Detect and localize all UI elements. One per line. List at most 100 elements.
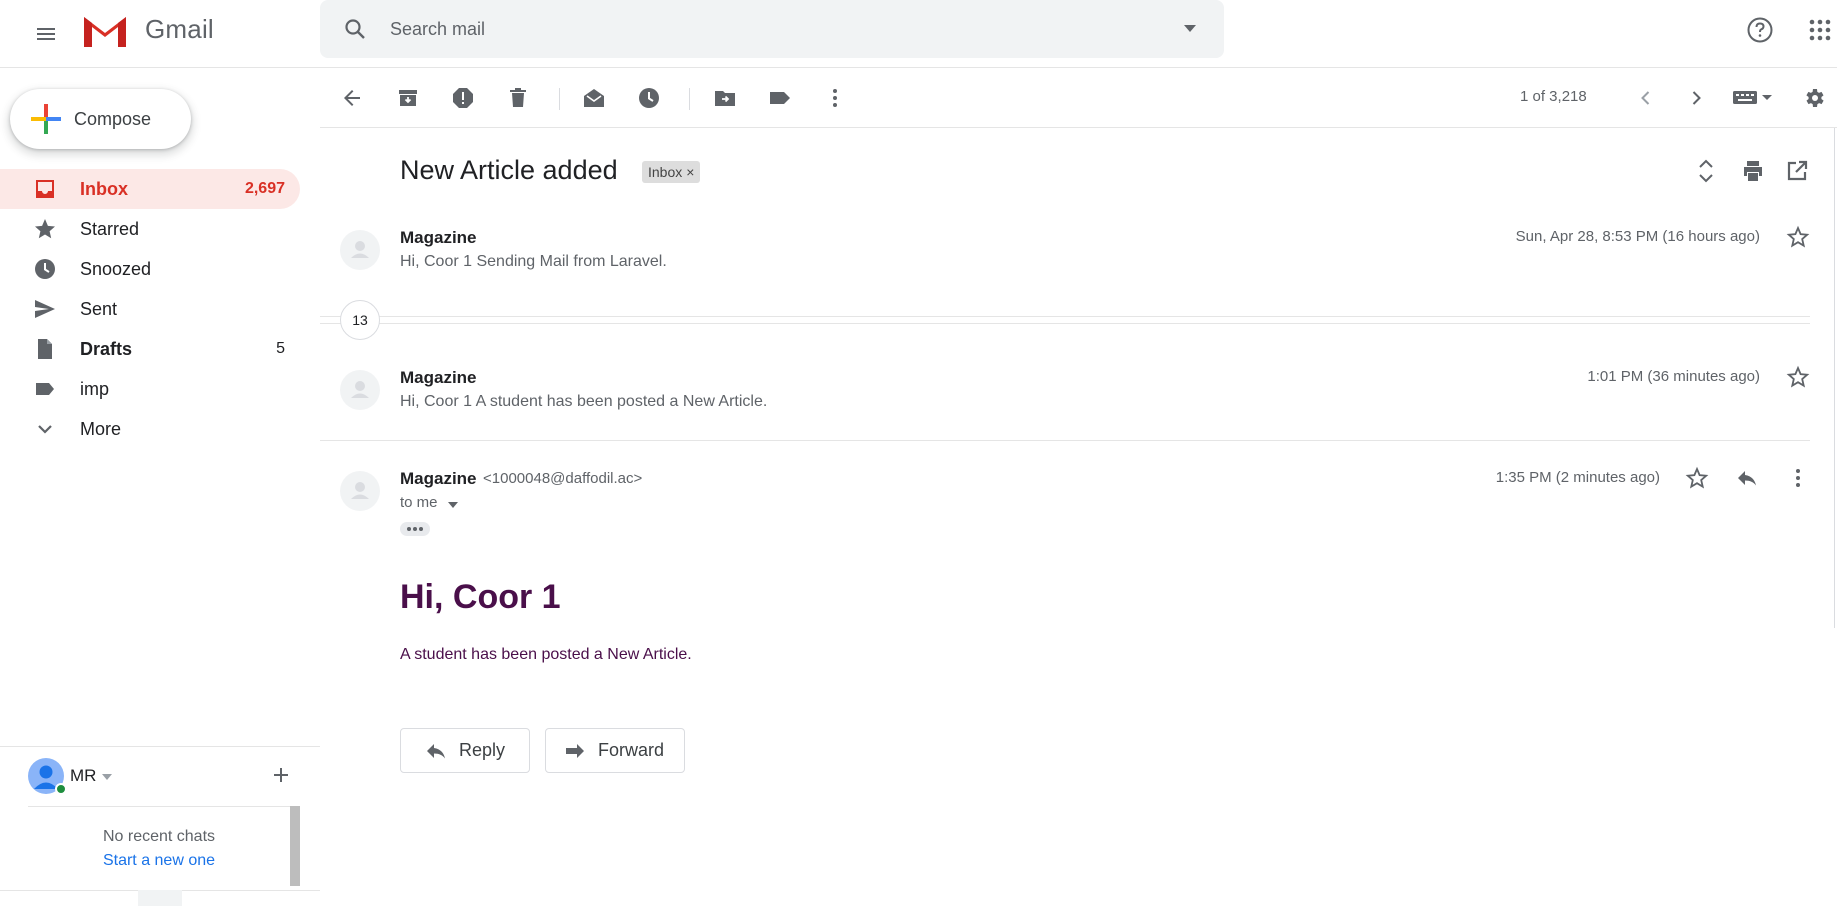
search-icon[interactable] <box>340 14 370 44</box>
side-panel-divider <box>1834 128 1835 628</box>
chat-box-divider <box>28 806 292 807</box>
snooze-clock-icon[interactable] <box>631 80 667 116</box>
chat-user-name[interactable]: MR <box>70 766 96 786</box>
archive-icon[interactable] <box>390 80 426 116</box>
sidebar-item-label: More <box>80 418 122 439</box>
draft-icon <box>32 336 58 362</box>
compose-plus-icon <box>28 101 64 137</box>
label-icon <box>32 376 58 402</box>
older-chevron-icon[interactable] <box>1678 80 1714 116</box>
sender-avatar[interactable] <box>340 370 380 410</box>
gmail-logo-icon[interactable] <box>80 11 130 51</box>
star-icon <box>32 216 58 242</box>
sender-email[interactable]: <1000048@daffodil.ac> <box>483 470 642 487</box>
message-date: 1:35 PM (2 minutes ago) <box>1495 469 1660 486</box>
start-new-chat-link[interactable]: Start a new one <box>28 852 290 870</box>
sender-name[interactable]: Magazine <box>400 228 477 248</box>
gmail-brand[interactable]: Gmail <box>145 14 214 45</box>
recipient-to-me[interactable]: to me <box>400 494 438 511</box>
sender-name[interactable]: Magazine <box>400 469 477 489</box>
reply-label: Reply <box>459 740 506 760</box>
more-vertical-icon[interactable] <box>817 80 853 116</box>
sidebar-item-label: imp <box>80 378 110 399</box>
no-recent-chats-text: No recent chats <box>102 828 216 845</box>
help-icon[interactable] <box>1740 10 1780 50</box>
sidebar-item-imp[interactable]: imp <box>0 369 300 409</box>
reply-icon[interactable] <box>1732 463 1762 493</box>
star-icon[interactable] <box>1783 362 1813 392</box>
sidebar-item-label: Snoozed <box>80 258 152 279</box>
pager-count: 1 of 3,218 <box>1520 88 1587 105</box>
label-chip-text: Inbox <box>648 164 683 180</box>
collapsed-messages-count[interactable]: 13 <box>340 300 380 340</box>
sidebar-item-inbox[interactable]: Inbox 2,697 <box>0 169 300 209</box>
top-header: Gmail <box>0 0 1837 68</box>
inbox-label-chip[interactable]: Inbox × <box>642 161 701 183</box>
online-status-dot <box>55 783 67 795</box>
message-snippet[interactable]: Hi, Coor 1 Sending Mail from Laravel. <box>400 253 667 271</box>
message-date: Sun, Apr 28, 8:53 PM (16 hours ago) <box>1515 228 1760 245</box>
forward-label: Forward <box>598 740 665 760</box>
caret-down-icon[interactable] <box>100 770 114 784</box>
clock-icon <box>32 256 58 282</box>
reply-button[interactable]: Reply <box>400 728 530 773</box>
remove-label-icon[interactable]: × <box>686 164 694 180</box>
compose-label: Compose <box>74 108 152 129</box>
chat-divider <box>0 746 320 747</box>
search-options-dropdown-icon[interactable] <box>1175 16 1205 42</box>
sender-avatar[interactable] <box>340 471 380 511</box>
print-all-icon[interactable] <box>1737 155 1769 187</box>
show-trimmed-content-icon[interactable] <box>400 522 430 536</box>
google-apps-icon[interactable] <box>1800 10 1837 50</box>
settings-gear-icon[interactable] <box>1796 80 1832 116</box>
sidebar-item-label: Sent <box>80 298 118 319</box>
sender-avatar[interactable] <box>340 230 380 270</box>
back-arrow-icon[interactable] <box>334 80 370 116</box>
chat-footer-tab[interactable] <box>138 890 182 906</box>
search-bar[interactable] <box>320 0 1224 58</box>
show-details-caret-icon[interactable] <box>446 498 460 512</box>
more-vertical-icon[interactable] <box>1783 463 1813 493</box>
sidebar-item-label: Drafts <box>80 338 133 359</box>
sidebar-item-label: Starred <box>80 218 140 239</box>
label-as-icon[interactable] <box>762 80 798 116</box>
mark-unread-icon[interactable] <box>576 80 612 116</box>
sidebar-item-sent[interactable]: Sent <box>0 289 300 329</box>
add-chat-icon[interactable] <box>268 762 294 788</box>
message-date: 1:01 PM (36 minutes ago) <box>1587 368 1760 385</box>
delete-icon[interactable] <box>500 80 536 116</box>
report-spam-icon[interactable] <box>445 80 481 116</box>
search-input[interactable] <box>390 10 1150 48</box>
sidebar-item-snoozed[interactable]: Snoozed <box>0 249 300 289</box>
message-snippet[interactable]: Hi, Coor 1 A student has been posted a N… <box>400 393 767 411</box>
email-subject: New Article added <box>400 155 618 185</box>
chevron-down-icon <box>32 416 58 442</box>
collapsed-divider <box>320 323 1810 324</box>
draft-count: 5 <box>276 340 285 357</box>
message-toolbar: 1 of 3,218 <box>320 68 1837 128</box>
expand-all-icon[interactable] <box>1690 155 1722 187</box>
reply-icon <box>423 738 449 764</box>
star-icon[interactable] <box>1682 463 1712 493</box>
email-body-text: A student has been posted a New Article. <box>400 646 692 663</box>
main-menu-icon[interactable] <box>22 10 70 58</box>
forward-button[interactable]: Forward <box>545 728 685 773</box>
chat-scrollbar[interactable] <box>290 806 300 886</box>
input-tools-keyboard-icon[interactable] <box>1728 80 1778 116</box>
collapsed-divider <box>320 316 1810 317</box>
email-body-heading: Hi, Coor 1 <box>400 578 561 616</box>
sidebar-item-starred[interactable]: Starred <box>0 209 300 249</box>
open-in-new-window-icon[interactable] <box>1781 155 1813 187</box>
move-to-icon[interactable] <box>707 80 743 116</box>
newer-chevron-icon[interactable] <box>1628 80 1664 116</box>
send-icon <box>32 296 58 322</box>
star-icon[interactable] <box>1783 222 1813 252</box>
sender-name[interactable]: Magazine <box>400 368 477 388</box>
inbox-icon <box>32 176 58 202</box>
forward-icon <box>562 738 588 764</box>
unread-count: 2,697 <box>244 180 285 197</box>
sidebar-item-label: Inbox <box>80 178 128 199</box>
compose-button[interactable]: Compose <box>10 89 191 149</box>
sidebar-item-drafts[interactable]: Drafts 5 <box>0 329 300 369</box>
sidebar-item-more[interactable]: More <box>0 409 300 449</box>
